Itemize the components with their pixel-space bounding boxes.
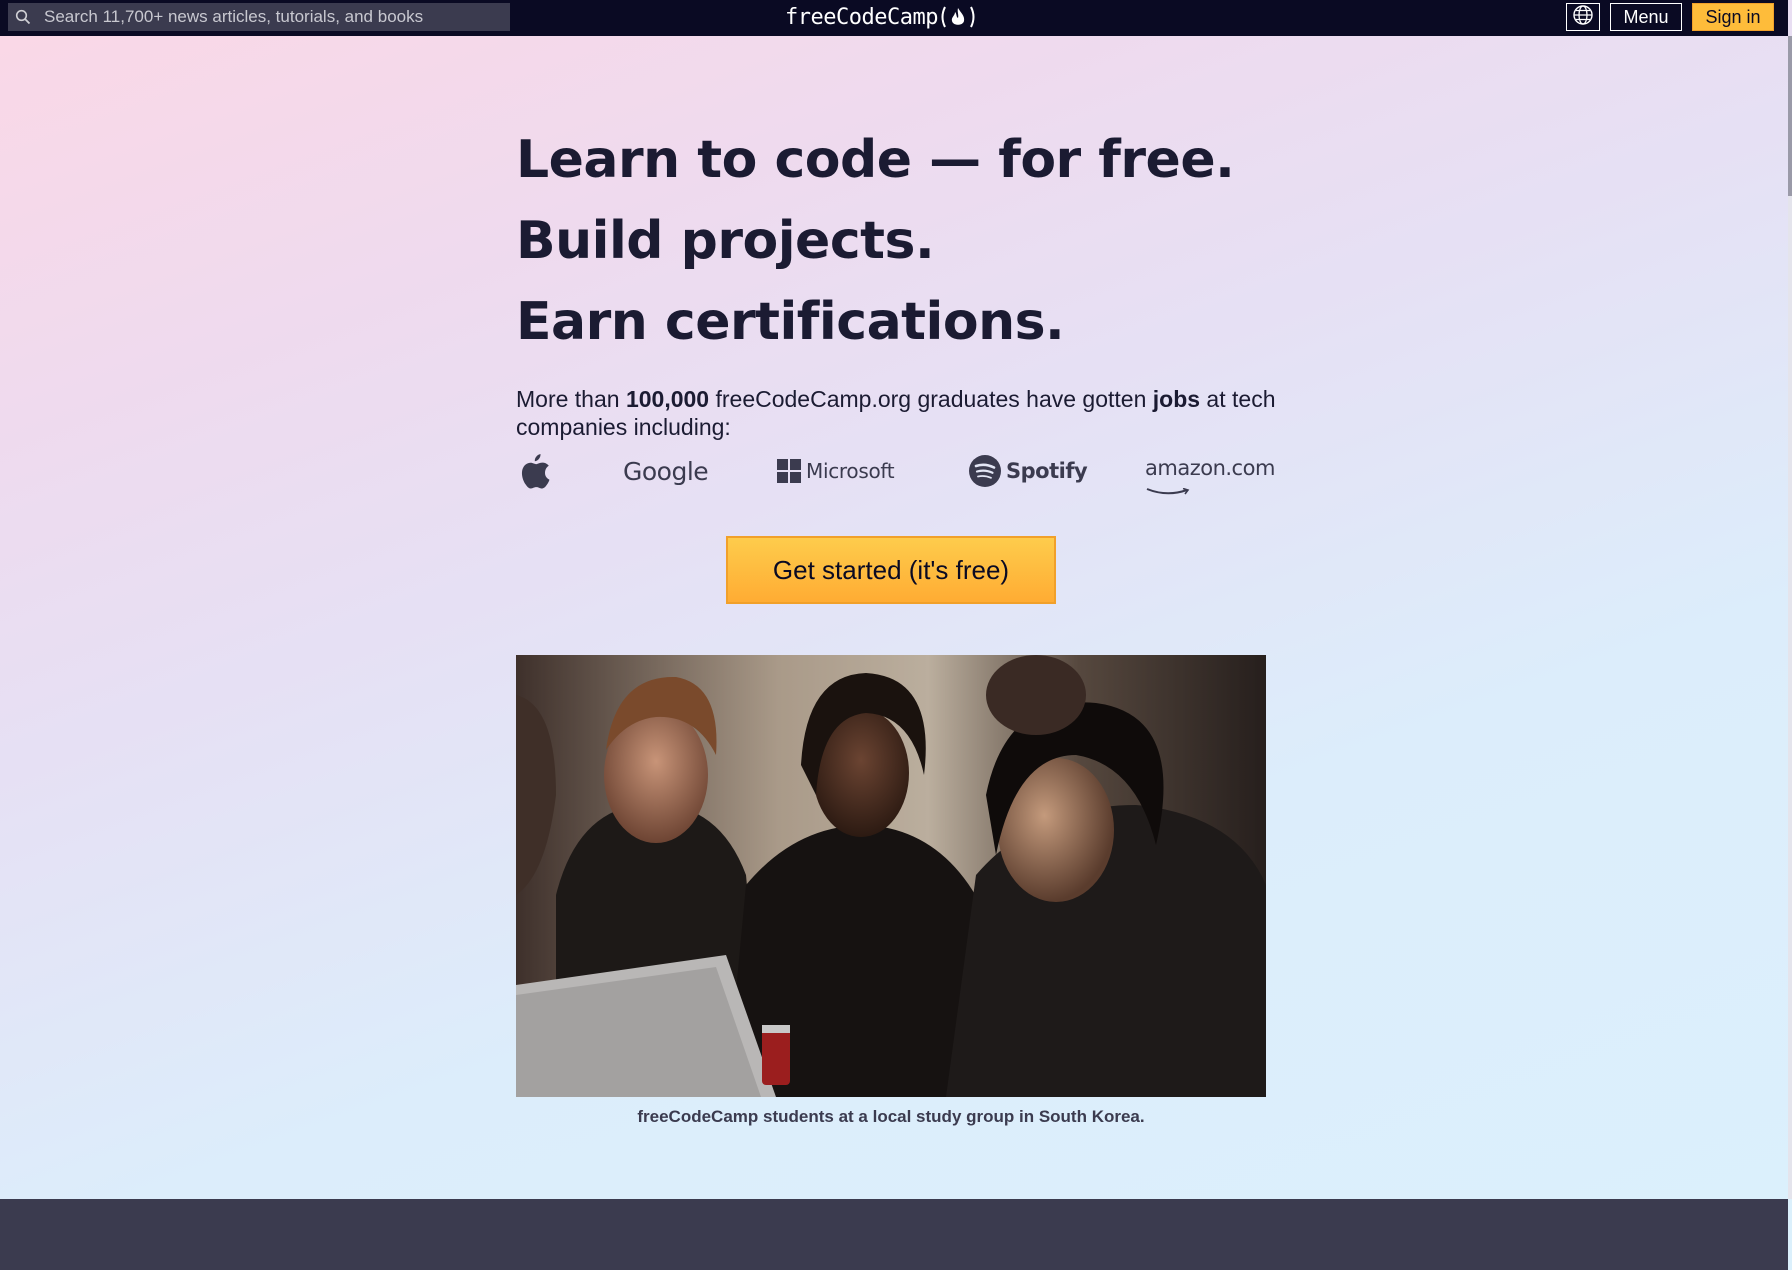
- spotify-label: Spotify: [1006, 459, 1088, 483]
- headline-build: Build projects.: [516, 211, 935, 271]
- lead-text-2: freeCodeCamp.org graduates have gotten: [709, 386, 1153, 412]
- hero-lead-text: More than 100,000 freeCodeCamp.org gradu…: [516, 385, 1276, 441]
- lead-text-1: More than: [516, 386, 626, 412]
- scrollbar-thumb[interactable]: [1788, 36, 1792, 196]
- apple-logo-icon: [519, 448, 551, 494]
- search-input[interactable]: [38, 3, 510, 31]
- search-box[interactable]: [8, 3, 510, 31]
- google-logo: Google: [623, 456, 709, 486]
- headline-learn: Learn to code — for free.: [516, 130, 1235, 190]
- amazon-logo: amazon.com: [1145, 448, 1275, 495]
- microsoft-logo: Microsoft: [776, 448, 895, 494]
- hero-section: Learn to code — for free. Build projects…: [516, 120, 1276, 441]
- headline-earn: Earn certifications.: [516, 292, 1065, 352]
- study-group-photo: [516, 655, 1266, 1097]
- company-logos: Google Microsoft Spotify amazon.com: [516, 448, 1275, 495]
- freecodecamp-logo[interactable]: freeCodeCamp: [785, 2, 978, 32]
- logo-text: freeCodeCamp: [785, 4, 938, 30]
- sign-in-button[interactable]: Sign in: [1692, 3, 1774, 31]
- amazon-smile-icon: [1145, 477, 1195, 495]
- footer-section: [0, 1199, 1788, 1270]
- lead-jobs: jobs: [1152, 386, 1201, 412]
- search-icon: [8, 3, 38, 31]
- top-navbar: freeCodeCamp Menu Sign in: [0, 0, 1788, 36]
- globe-icon: [1572, 4, 1594, 31]
- spotify-icon: [968, 454, 1002, 488]
- amazon-label: amazon.com: [1145, 456, 1275, 480]
- microsoft-windows-icon: [776, 458, 802, 484]
- microsoft-label: Microsoft: [806, 459, 895, 483]
- logo-flame-icon: [938, 4, 978, 30]
- photo-caption: freeCodeCamp students at a local study g…: [637, 1107, 1145, 1126]
- scrollbar-track[interactable]: [1788, 36, 1792, 1199]
- language-button[interactable]: [1566, 3, 1600, 31]
- menu-button[interactable]: Menu: [1610, 3, 1682, 31]
- lead-graduates-count: 100,000: [625, 386, 710, 412]
- get-started-button[interactable]: Get started (it's free): [726, 536, 1056, 604]
- spotify-logo: Spotify: [968, 448, 1088, 494]
